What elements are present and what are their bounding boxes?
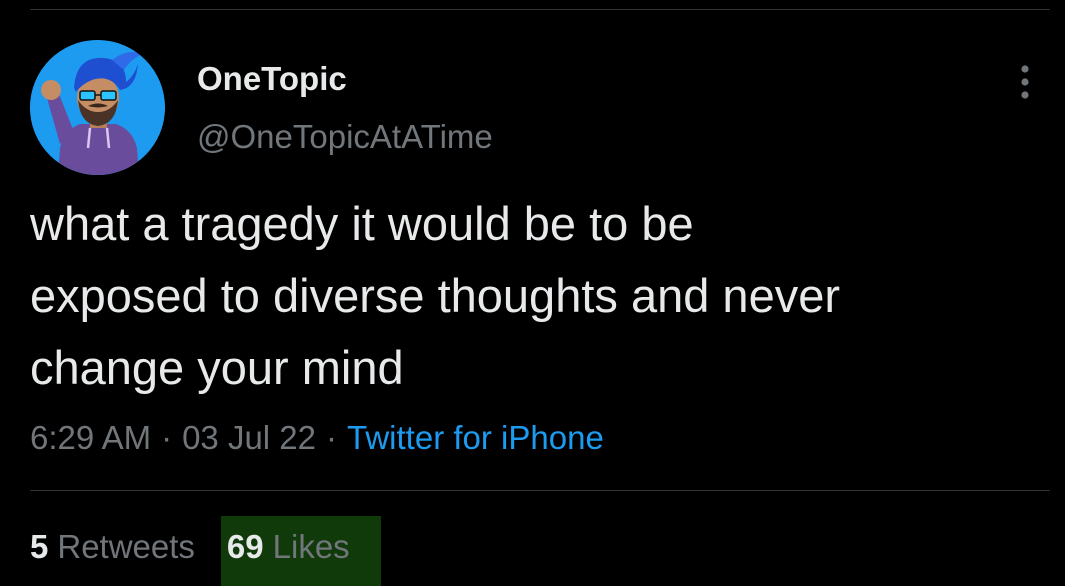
- retweets-label: Retweets: [57, 528, 195, 565]
- likes-stat[interactable]: 69 Likes: [227, 528, 350, 566]
- bottom-divider: [30, 490, 1050, 491]
- retweets-stat[interactable]: 5 Retweets: [30, 528, 195, 566]
- avatar[interactable]: [30, 40, 165, 175]
- more-options-icon: [1021, 65, 1029, 99]
- tweet-text: what a tragedy it would be to be exposed…: [30, 197, 840, 394]
- likes-count: 69: [226, 528, 264, 565]
- user-handle[interactable]: @OneTopicAtATime: [197, 118, 493, 156]
- avatar-icon: [30, 40, 165, 175]
- tweet-meta: 6:29 AM · 03 Jul 22 · Twitter for iPhone: [30, 413, 604, 463]
- tweet-stats: 5 Retweets 69 Likes: [30, 522, 350, 572]
- likes-label: Likes: [272, 528, 350, 565]
- tweet-source-link[interactable]: Twitter for iPhone: [347, 419, 604, 457]
- meta-separator: ·: [161, 419, 173, 456]
- tweet-time[interactable]: 6:29 AM: [30, 419, 151, 457]
- more-options-button[interactable]: [1005, 62, 1045, 102]
- meta-separator: ·: [326, 419, 338, 456]
- retweets-count: 5: [30, 528, 49, 565]
- top-divider: [30, 9, 1050, 10]
- tweet-date[interactable]: 03 Jul 22: [182, 419, 316, 457]
- display-name[interactable]: OneTopic: [197, 60, 347, 98]
